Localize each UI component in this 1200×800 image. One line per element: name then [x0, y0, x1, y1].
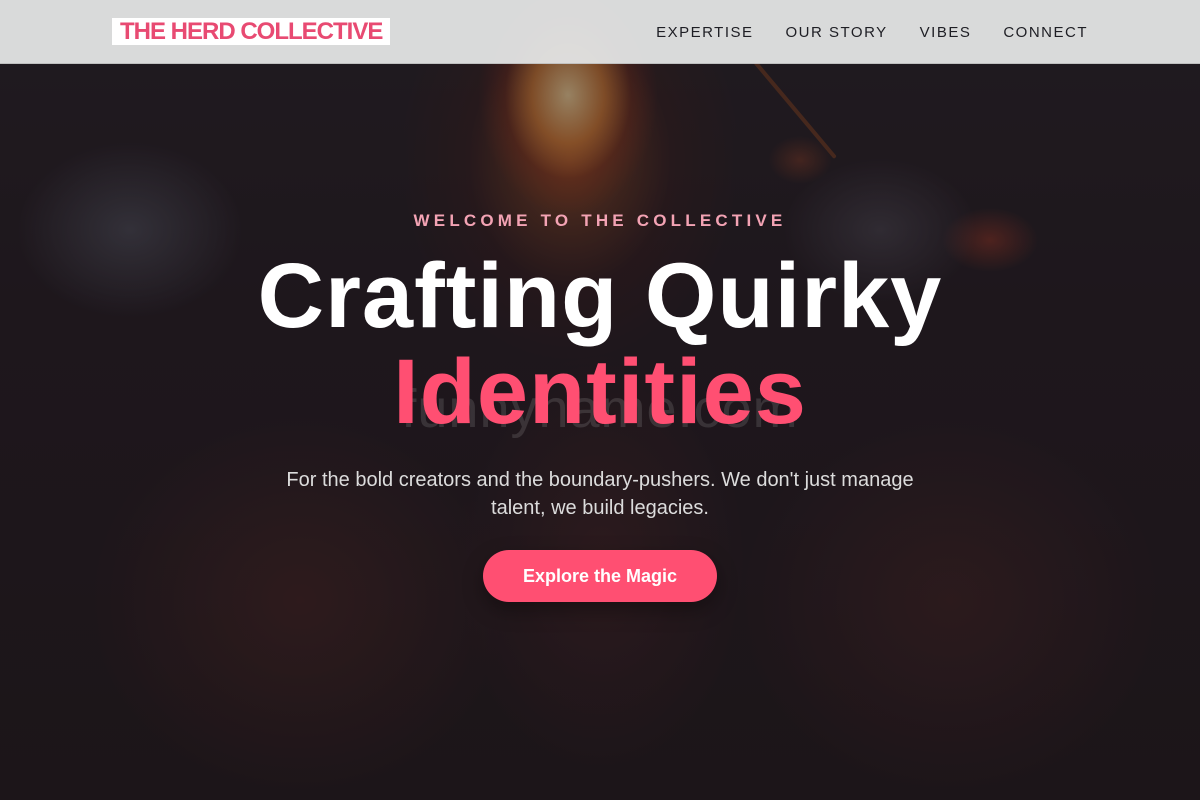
hero-subtext: For the bold creators and the boundary-p…: [286, 469, 914, 519]
hero-section: WELCOME TO THE COLLECTIVE Crafting Quirk…: [0, 0, 1200, 800]
explore-the-magic-button[interactable]: Explore the Magic: [483, 550, 717, 602]
headline-line-1: Crafting Quirky: [257, 245, 943, 347]
headline-line-2: Identities: [393, 341, 807, 443]
hero-eyebrow: WELCOME TO THE COLLECTIVE: [413, 211, 787, 230]
hero-headline: Crafting Quirky Identities: [0, 248, 1200, 440]
